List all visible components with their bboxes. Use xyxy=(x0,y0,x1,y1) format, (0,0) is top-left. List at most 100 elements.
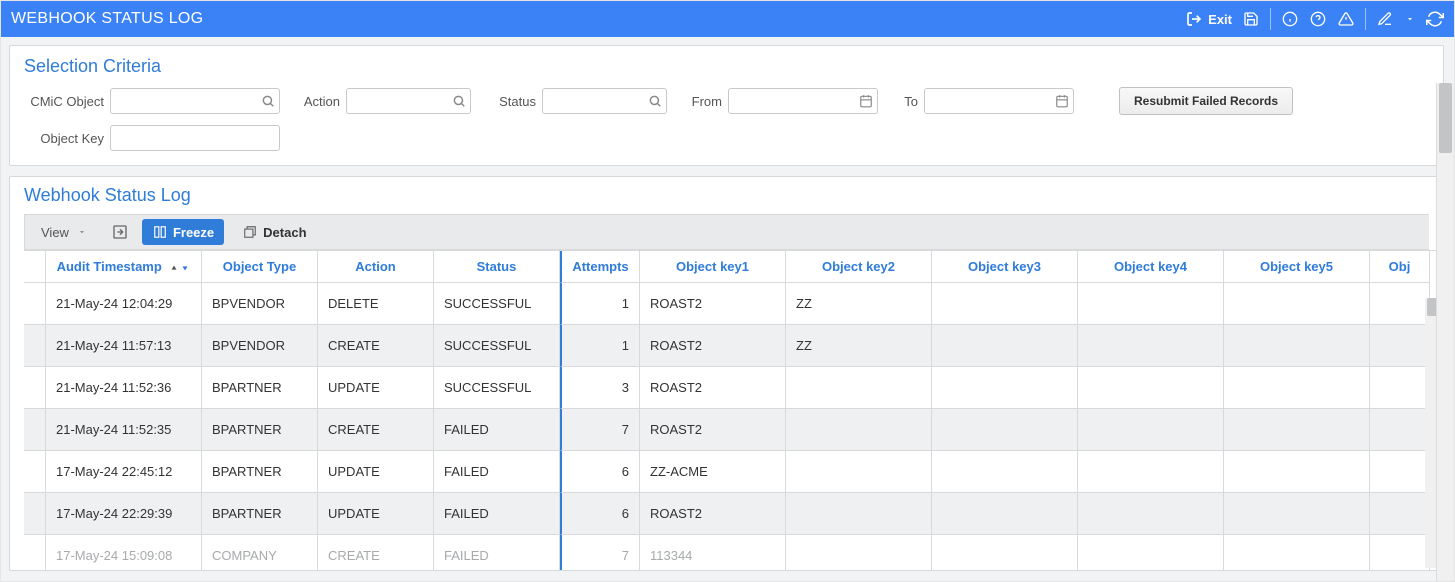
cell-key5 xyxy=(1224,367,1370,409)
freeze-button[interactable]: Freeze xyxy=(142,219,224,245)
cell-status: FAILED xyxy=(434,535,560,570)
col-key2[interactable]: Object key2 xyxy=(786,251,932,283)
cell-object-type: BPARTNER xyxy=(202,451,318,493)
row-selector[interactable] xyxy=(24,535,46,570)
cell-key3 xyxy=(932,367,1078,409)
cell-action: UPDATE xyxy=(318,367,434,409)
cell-attempts: 7 xyxy=(560,409,640,451)
col-key3[interactable]: Object key3 xyxy=(932,251,1078,283)
app-window: WEBHOOK STATUS LOG Exit xyxy=(0,0,1455,582)
cell-key1: ROAST2 xyxy=(640,367,786,409)
export-button[interactable] xyxy=(108,219,132,245)
col-key1[interactable]: Object key1 xyxy=(640,251,786,283)
table-row[interactable]: 21-May-24 12:04:29BPVENDORDELETESUCCESSF… xyxy=(24,283,1430,325)
row-selector[interactable] xyxy=(24,283,46,325)
row-selector-header xyxy=(24,251,46,283)
table-row[interactable]: 21-May-24 11:57:13BPVENDORCREATESUCCESSF… xyxy=(24,325,1430,367)
refresh-icon[interactable] xyxy=(1426,10,1444,28)
col-audit-timestamp[interactable]: Audit Timestamp xyxy=(46,251,202,283)
page-vertical-scrollbar[interactable] xyxy=(1436,83,1454,581)
action-label: Action xyxy=(300,94,340,109)
object-key-input[interactable] xyxy=(110,125,280,151)
resubmit-failed-records-button[interactable]: Resubmit Failed Records xyxy=(1119,87,1293,115)
log-panel: Webhook Status Log View xyxy=(9,176,1444,571)
row-selector[interactable] xyxy=(24,493,46,535)
cell-key4 xyxy=(1078,451,1224,493)
col-key4[interactable]: Object key4 xyxy=(1078,251,1224,283)
scrollbar-thumb[interactable] xyxy=(1439,83,1452,153)
cell-key3 xyxy=(932,325,1078,367)
action-input[interactable] xyxy=(346,88,471,114)
caret-down-icon xyxy=(74,224,90,240)
col-object-type[interactable]: Object Type xyxy=(202,251,318,283)
cell-key4 xyxy=(1078,367,1224,409)
info-icon[interactable] xyxy=(1281,10,1299,28)
selection-criteria-title: Selection Criteria xyxy=(24,56,1429,77)
view-label: View xyxy=(41,225,69,240)
cell-action: UPDATE xyxy=(318,493,434,535)
grid-scroll[interactable]: Audit Timestamp Object Type Action Statu… xyxy=(24,251,1443,570)
cell-key2 xyxy=(786,535,932,570)
col-attempts[interactable]: Attempts xyxy=(560,251,640,283)
save-icon[interactable] xyxy=(1242,10,1260,28)
table-row[interactable]: 17-May-24 22:45:12BPARTNERUPDATEFAILED6Z… xyxy=(24,451,1430,493)
cell-action: DELETE xyxy=(318,283,434,325)
cell-object-type: BPARTNER xyxy=(202,367,318,409)
status-input[interactable] xyxy=(542,88,667,114)
to-date-input[interactable] xyxy=(924,88,1074,114)
col-action[interactable]: Action xyxy=(318,251,434,283)
row-selector[interactable] xyxy=(24,451,46,493)
detach-label: Detach xyxy=(263,225,306,240)
col-key5[interactable]: Object key5 xyxy=(1224,251,1370,283)
cell-action: CREATE xyxy=(318,325,434,367)
warning-icon[interactable] xyxy=(1337,10,1355,28)
cell-audit-timestamp: 17-May-24 15:09:08 xyxy=(46,535,202,570)
cell-status: FAILED xyxy=(434,409,560,451)
export-icon xyxy=(112,224,128,240)
to-label: To xyxy=(898,94,918,109)
exit-button[interactable]: Exit xyxy=(1185,10,1232,28)
cell-audit-timestamp: 17-May-24 22:29:39 xyxy=(46,493,202,535)
cell-key5 xyxy=(1224,493,1370,535)
cell-status: SUCCESSFUL xyxy=(434,325,560,367)
cell-attempts: 1 xyxy=(560,325,640,367)
col-status[interactable]: Status xyxy=(434,251,560,283)
cell-action: CREATE xyxy=(318,409,434,451)
cell-action: CREATE xyxy=(318,535,434,570)
edit-icon[interactable] xyxy=(1376,10,1394,28)
separator xyxy=(1270,8,1271,30)
caret-down-icon[interactable] xyxy=(1404,10,1416,28)
table-row[interactable]: 17-May-24 15:09:08COMPANYCREATEFAILED711… xyxy=(24,535,1430,570)
detach-button[interactable]: Detach xyxy=(234,219,314,245)
cell-object-type: BPARTNER xyxy=(202,409,318,451)
cell-key3 xyxy=(932,535,1078,570)
cell-key6 xyxy=(1370,451,1430,493)
status-label: Status xyxy=(491,94,536,109)
cell-key1: ROAST2 xyxy=(640,283,786,325)
cell-key3 xyxy=(932,283,1078,325)
detach-icon xyxy=(242,224,258,240)
table-row[interactable]: 21-May-24 11:52:36BPARTNERUPDATESUCCESSF… xyxy=(24,367,1430,409)
col-key6[interactable]: Obj xyxy=(1370,251,1430,283)
cell-object-type: BPARTNER xyxy=(202,493,318,535)
title-bar: WEBHOOK STATUS LOG Exit xyxy=(1,1,1454,37)
cell-key5 xyxy=(1224,409,1370,451)
table-row[interactable]: 17-May-24 22:29:39BPARTNERUPDATEFAILED6R… xyxy=(24,493,1430,535)
cell-action: UPDATE xyxy=(318,451,434,493)
cell-key6 xyxy=(1370,367,1430,409)
cell-attempts: 6 xyxy=(560,493,640,535)
from-date-input[interactable] xyxy=(728,88,878,114)
help-icon[interactable] xyxy=(1309,10,1327,28)
cell-attempts: 7 xyxy=(560,535,640,570)
table-row[interactable]: 21-May-24 11:52:35BPARTNERCREATEFAILED7R… xyxy=(24,409,1430,451)
row-selector[interactable] xyxy=(24,367,46,409)
row-selector[interactable] xyxy=(24,409,46,451)
cell-audit-timestamp: 21-May-24 11:52:35 xyxy=(46,409,202,451)
cmic-object-input[interactable] xyxy=(110,88,280,114)
selection-criteria-panel: Selection Criteria CMiC Object Action xyxy=(9,45,1444,166)
view-menu-button[interactable]: View xyxy=(33,219,98,245)
row-selector[interactable] xyxy=(24,325,46,367)
cmic-object-label: CMiC Object xyxy=(24,94,104,109)
cell-key4 xyxy=(1078,493,1224,535)
exit-label: Exit xyxy=(1208,12,1232,27)
